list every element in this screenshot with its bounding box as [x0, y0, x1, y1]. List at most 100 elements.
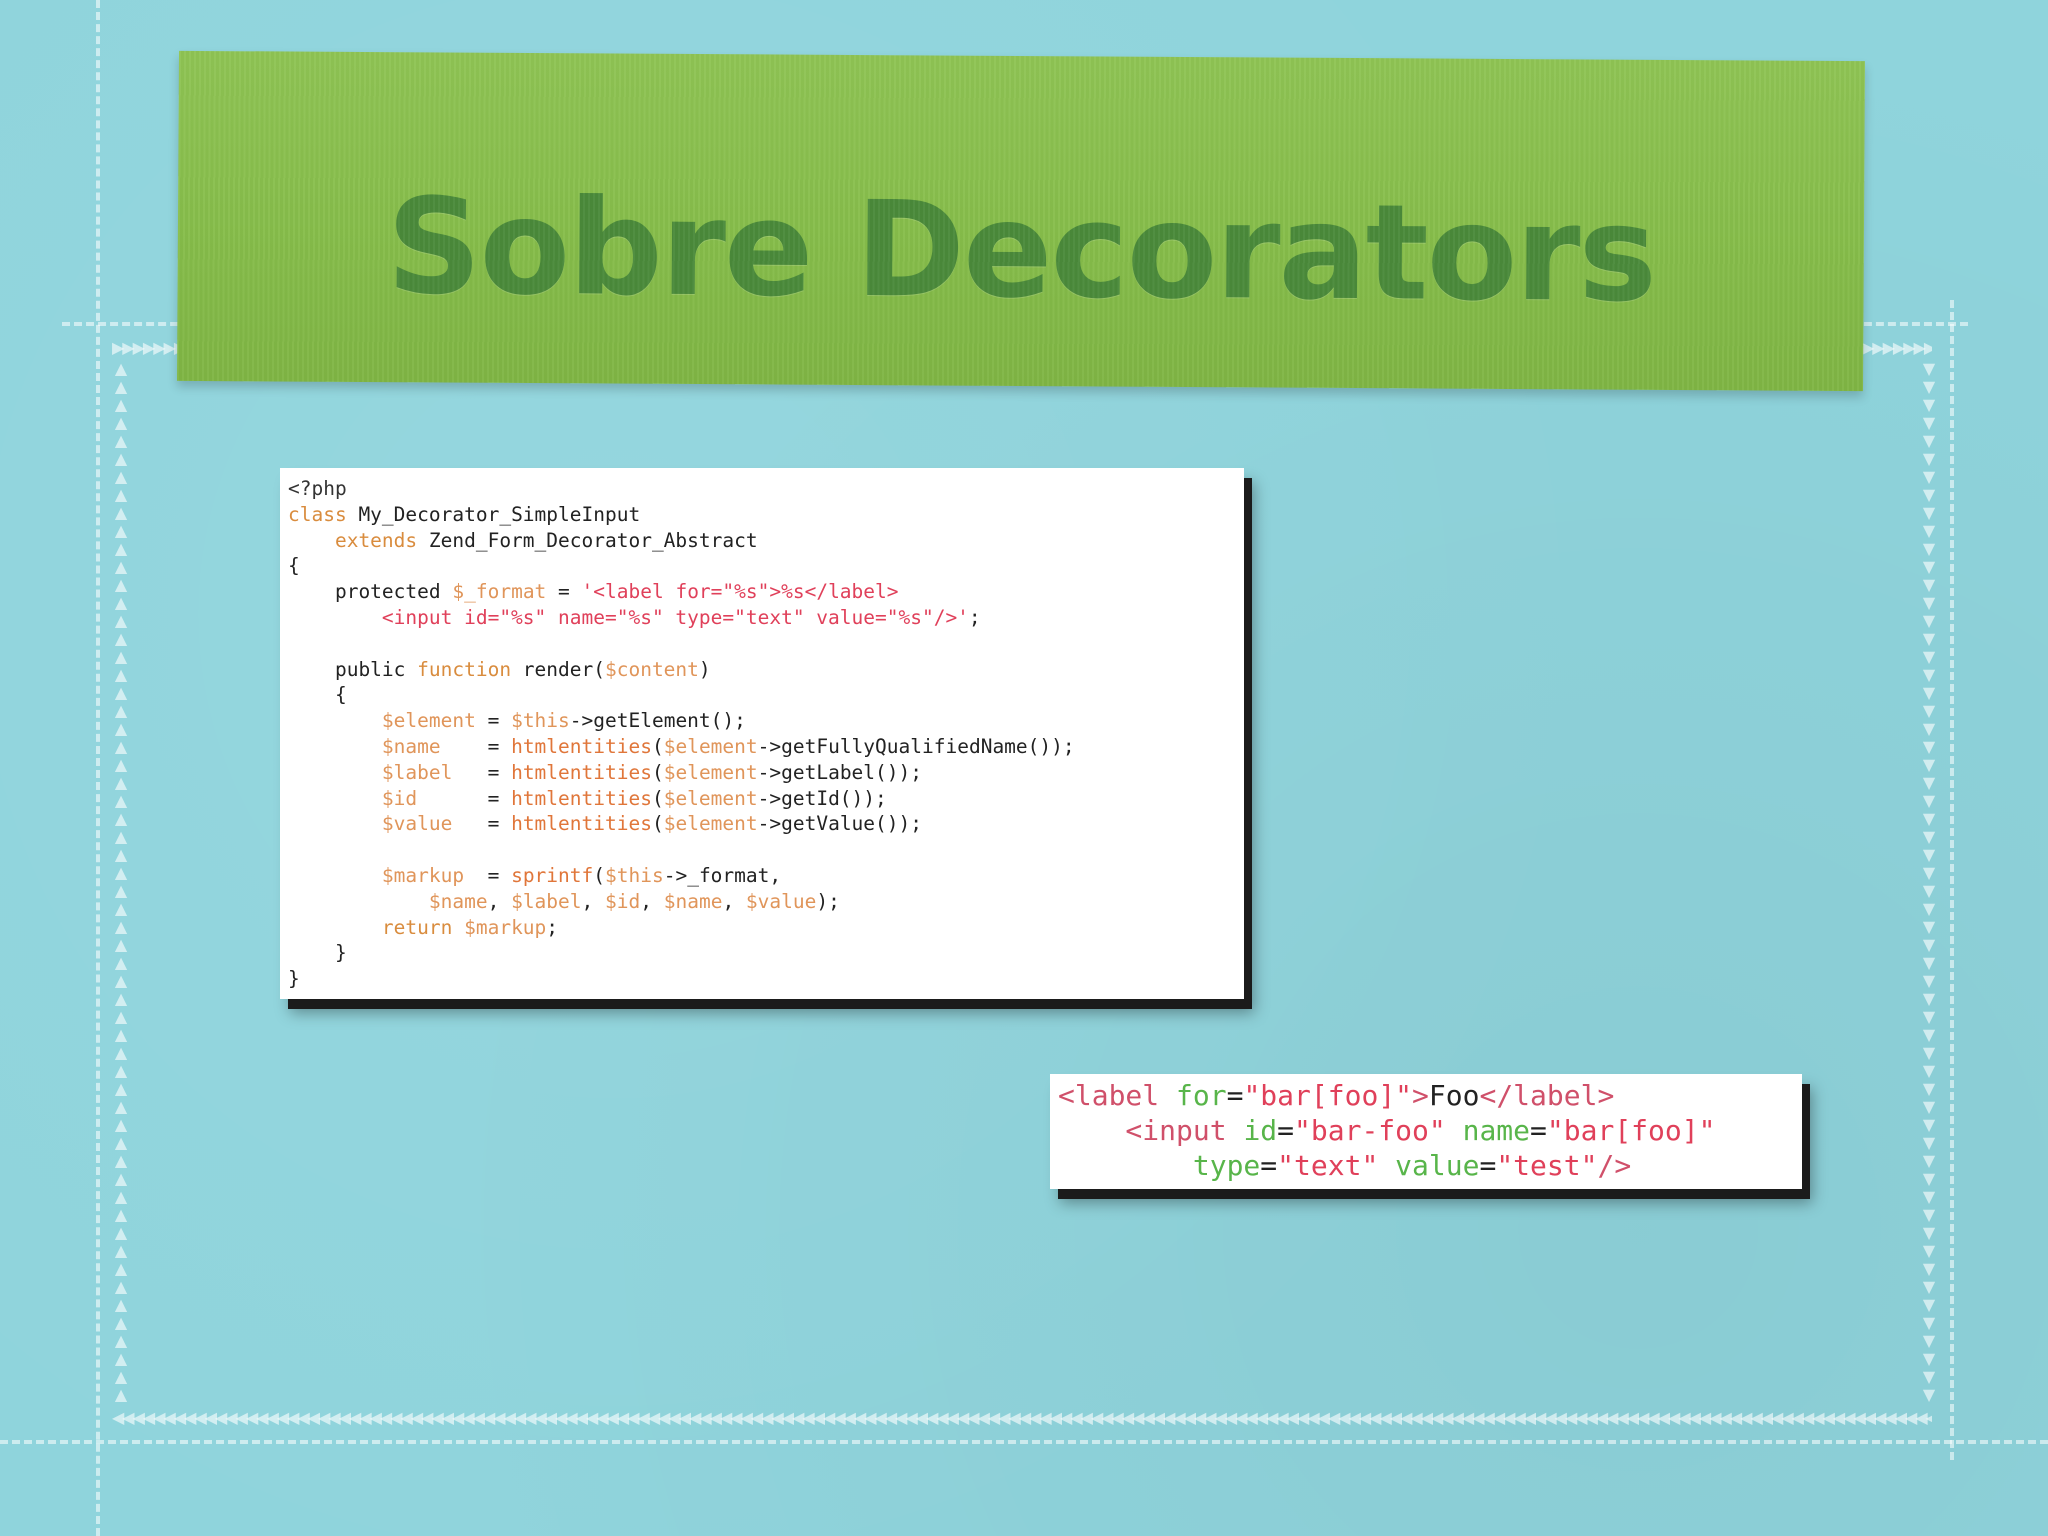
code-token: ( [593, 863, 606, 887]
code-token: protected [288, 580, 453, 604]
code-line: <?php [288, 476, 1075, 502]
code-line: $id = htmlentities($element->getId()); [288, 786, 1075, 812]
code-line: type="text" value="test"/> [1058, 1148, 1715, 1183]
code-token: function [417, 657, 512, 681]
code-token: $element [663, 812, 758, 836]
code-token: name [1462, 1114, 1531, 1147]
code-line: <label for="bar[foo]">Foo</label> [1058, 1078, 1715, 1113]
code-token: $name [288, 734, 441, 758]
php-code-image: <?php class My_Decorator_SimpleInput exte… [280, 468, 1244, 999]
code-token: sprintf [511, 863, 594, 887]
code-token: ->getLabel()); [757, 760, 923, 784]
code-token: /> [1597, 1149, 1632, 1182]
code-token: extends [288, 528, 418, 552]
code-token: $value [288, 812, 453, 836]
code-line: return $markup; [288, 915, 1075, 941]
code-token: $element [663, 786, 758, 810]
code-token: $markup [288, 863, 465, 887]
code-token: public [288, 657, 418, 681]
code-token: htmlentities [511, 760, 652, 784]
code-token: Zend_Form_Decorator_Abstract [417, 528, 758, 552]
code-token: , [640, 889, 664, 913]
code-token: ; [968, 605, 981, 629]
code-line: $value = htmlentities($element->getValue… [288, 811, 1075, 837]
html-output-image: <label for="bar[foo]">Foo</label> <input… [1050, 1074, 1802, 1189]
code-token: ( [651, 734, 664, 758]
code-token: htmlentities [511, 786, 652, 810]
code-line: protected $_format = '<label for="%s">%s… [288, 579, 1075, 605]
html-output-block: <label for="bar[foo]">Foo</label> <input… [1058, 1078, 1715, 1183]
code-token: return [288, 915, 465, 939]
code-token: = [1260, 1149, 1278, 1182]
code-token: ( [651, 786, 664, 810]
code-token: $name [663, 889, 723, 913]
code-token: $content [604, 657, 699, 681]
arrow-border-bottom: ◀◀◀◀◀◀◀◀◀◀◀◀◀◀◀◀◀◀◀◀◀◀◀◀◀◀◀◀◀◀◀◀◀◀◀◀◀◀◀◀… [112, 1410, 1932, 1426]
code-token: $id [605, 889, 641, 913]
code-token: $value [745, 889, 817, 913]
code-token: $label [288, 760, 453, 784]
arrow-border-right: ▼ ▼ ▼ ▼ ▼ ▼ ▼ ▼ ▼ ▼ ▼ ▼ ▼ ▼ ▼ ▼ ▼ ▼ ▼ ▼ ▼ ▼ ▼ ▼ ▼ ▼ ▼ ▼ ▼ ▼ ▼ ▼ ▼ ▼ ▼ ▼ ▼ ▼ ▼ ▼… [1922, 360, 1936, 1404]
code-token: htmlentities [511, 812, 652, 836]
code-token: id [1243, 1114, 1278, 1147]
code-token: ->getValue()); [757, 812, 923, 836]
code-token: $element [288, 709, 476, 733]
code-token: = [440, 734, 512, 758]
code-token: $this [511, 709, 570, 733]
code-token: = [1530, 1114, 1547, 1147]
arrow-border-top-left: ▶▶▶▶▶▶▶ [112, 340, 182, 356]
code-line: $label = htmlentities($element->getLabel… [288, 760, 1075, 786]
code-token: type [1058, 1149, 1261, 1182]
code-token: $this [605, 863, 664, 887]
code-token: = [1226, 1079, 1244, 1112]
code-token: } [288, 967, 300, 991]
code-token: ->getFullyQualifiedName()); [757, 734, 1075, 758]
code-token: $element [663, 760, 758, 784]
code-line: <input id="%s" name="%s" type="text" val… [288, 605, 1075, 631]
code-token: = [452, 760, 512, 784]
code-token: { [288, 683, 347, 707]
code-token: ->_format, [663, 863, 782, 887]
code-token: } [288, 941, 347, 965]
code-token: , [581, 889, 606, 913]
code-token: <input id="%s" name="%s" type="text" val… [288, 605, 969, 629]
code-line: } [288, 966, 1075, 992]
php-code-block: <?php class My_Decorator_SimpleInput exte… [288, 476, 1075, 992]
code-token: $label [511, 889, 582, 913]
code-token: , [722, 889, 746, 913]
code-token: = [1277, 1114, 1295, 1147]
code-token: class [288, 502, 347, 526]
code-token: = [475, 709, 512, 733]
code-token: ( [651, 812, 664, 836]
code-token: $id [288, 786, 418, 810]
code-token: ); [816, 889, 840, 913]
code-token: for [1176, 1079, 1227, 1112]
code-token: "text" [1277, 1149, 1379, 1182]
code-line: $markup = sprintf($this->_format, [288, 863, 1075, 889]
code-token: <?php [288, 477, 347, 500]
code-line: class My_Decorator_SimpleInput [288, 502, 1075, 528]
code-token: , [487, 889, 512, 913]
code-token: render( [511, 657, 605, 681]
code-token: ->getId()); [757, 786, 887, 810]
code-token: My_Decorator_SimpleInput [346, 502, 641, 526]
code-token: = [417, 786, 512, 810]
code-token: $element [663, 734, 758, 758]
code-token: </label> [1479, 1079, 1615, 1112]
code-token: $markup [464, 915, 547, 939]
code-token: > [1412, 1079, 1429, 1112]
title-banner: Sobre Decorators [177, 50, 1865, 392]
stitch-line-right [1950, 300, 1954, 1460]
code-token: htmlentities [511, 734, 652, 758]
arrow-border-left: ▲ ▲ ▲ ▲ ▲ ▲ ▲ ▲ ▲ ▲ ▲ ▲ ▲ ▲ ▲ ▲ ▲ ▲ ▲ ▲ ▲ ▲ ▲ ▲ ▲ ▲ ▲ ▲ ▲ ▲ ▲ ▲ ▲ ▲ ▲ ▲ ▲ ▲ ▲ ▲… [114, 360, 128, 1404]
code-token: = [1479, 1149, 1497, 1182]
code-token: $_format [452, 580, 547, 604]
code-token: '<label for="%s">%s</label> [581, 580, 899, 604]
code-line: { [288, 553, 1075, 579]
stitch-line-left [96, 0, 100, 1536]
code-token: $name [288, 889, 488, 913]
stitch-line-bottom [0, 1440, 2048, 1444]
